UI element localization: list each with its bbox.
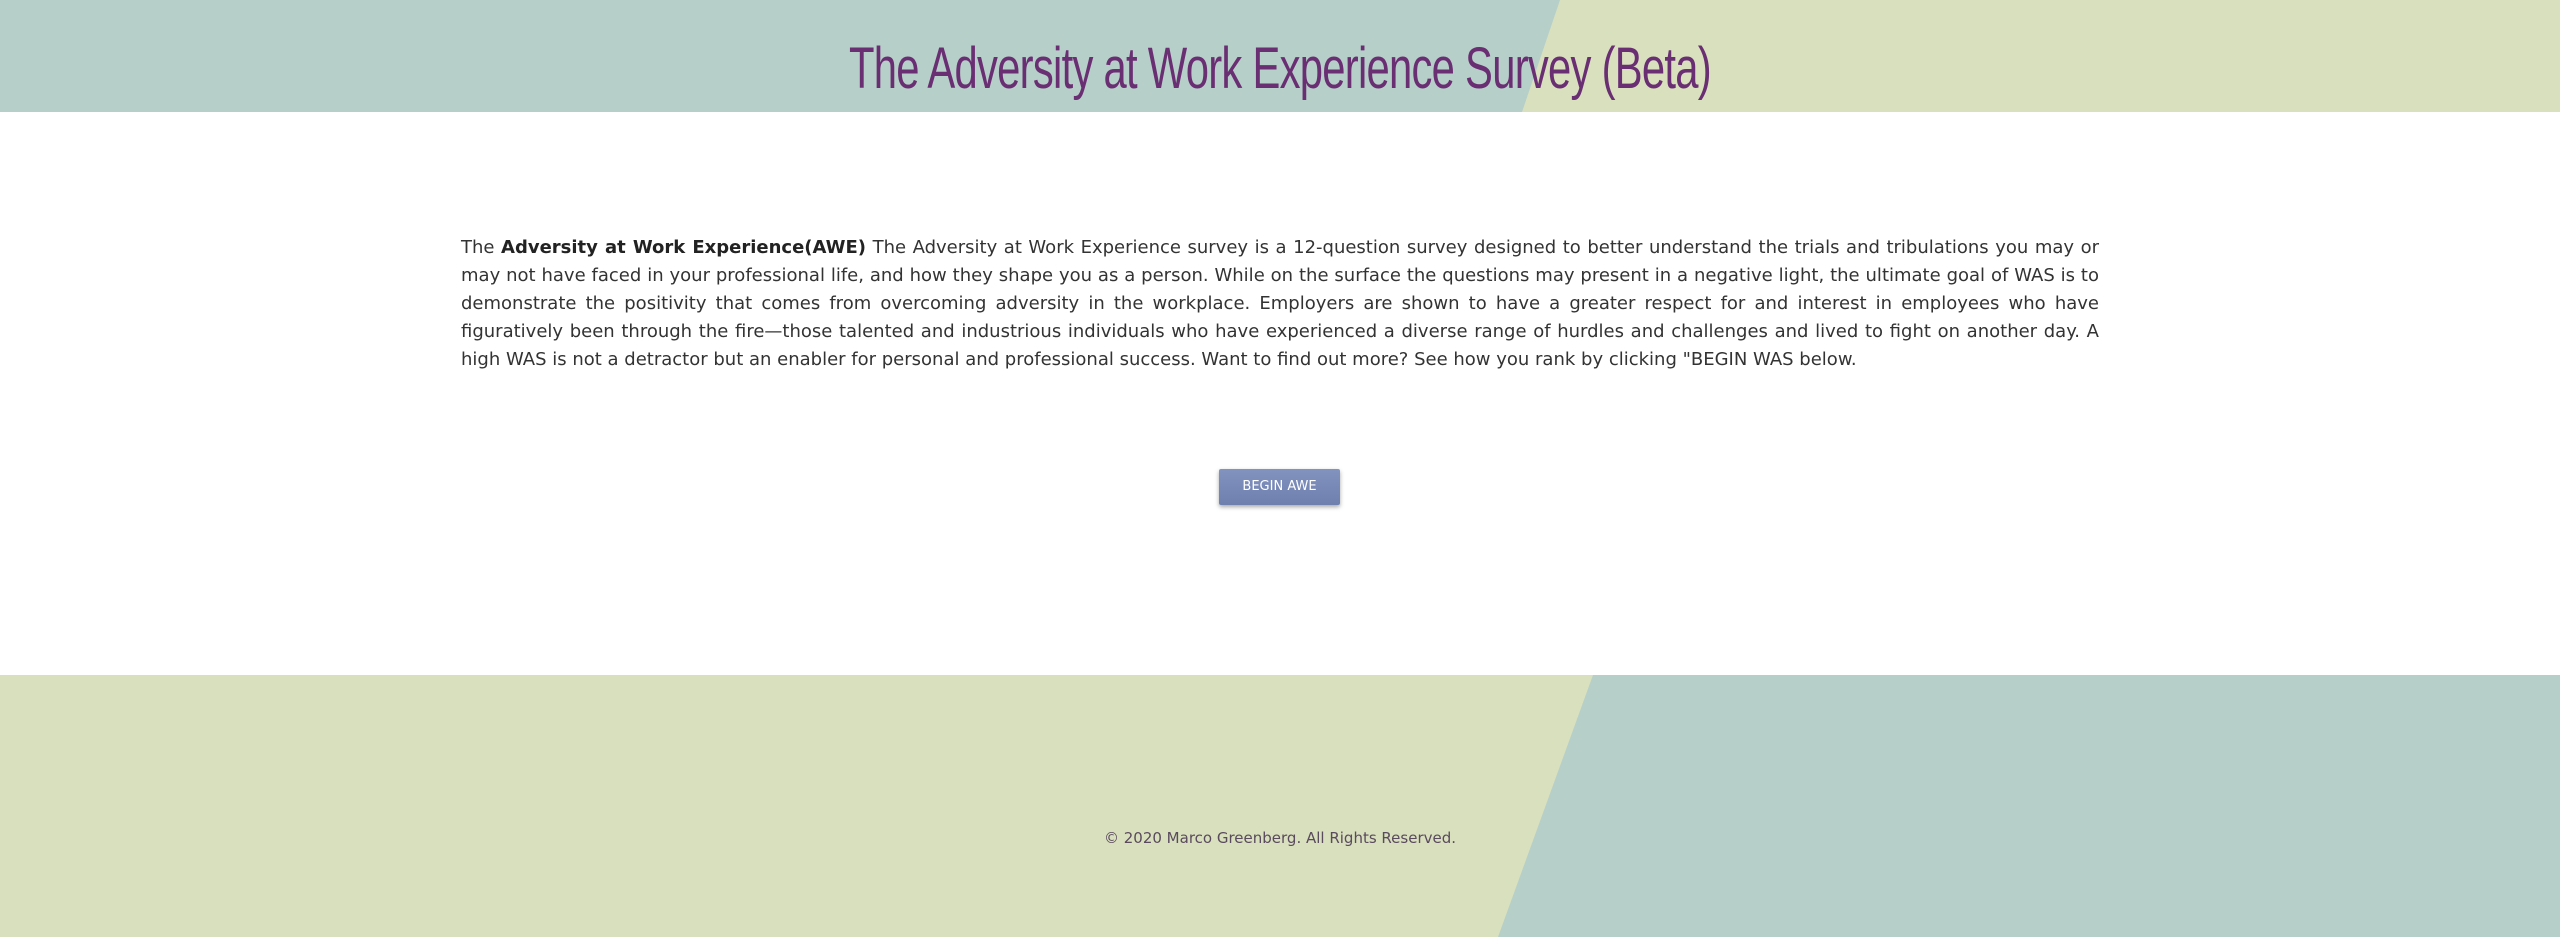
intro-lead: The bbox=[461, 237, 502, 258]
header-banner: The Adversity at Work Experience Survey … bbox=[0, 0, 2560, 112]
begin-awe-button[interactable]: BEGIN AWE bbox=[1219, 469, 1340, 505]
survey-name-bold: Adversity at Work Experience(AWE) bbox=[501, 237, 867, 258]
copyright-text: © 2020 Marco Greenberg. All Rights Reser… bbox=[1103, 829, 1457, 847]
page-title: The Adversity at Work Experience Survey … bbox=[849, 36, 1712, 101]
footer: © 2020 Marco Greenberg. All Rights Reser… bbox=[0, 675, 2560, 937]
intro-paragraph: The Adversity at Work Experience(AWE) Th… bbox=[461, 234, 2099, 374]
